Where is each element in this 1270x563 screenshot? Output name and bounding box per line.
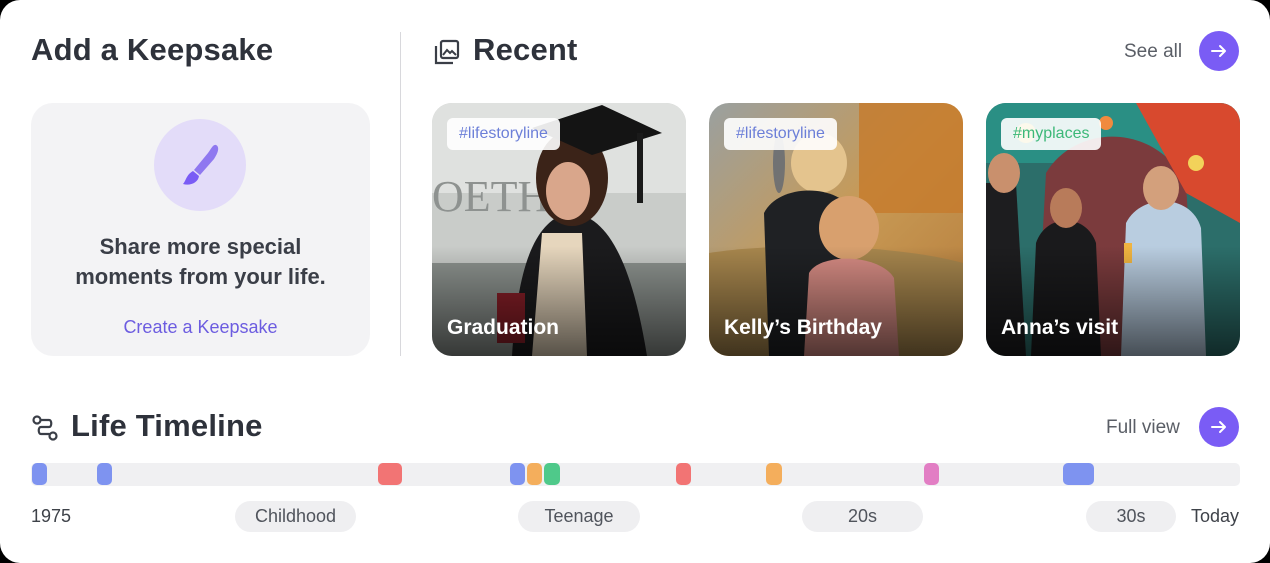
era-pill-30s[interactable]: 30s	[1086, 501, 1176, 532]
see-all-arrow-button[interactable]	[1199, 31, 1239, 71]
recent-card-visit[interactable]: #myplaces Anna’s visit	[986, 103, 1240, 356]
timeline-title: Life Timeline	[71, 408, 263, 443]
timeline-end-label: Today	[1191, 506, 1240, 526]
hashtag-badge[interactable]: #lifestoryline	[724, 118, 837, 150]
timeline-track[interactable]	[31, 463, 1240, 486]
timeline-marker[interactable]	[527, 463, 542, 485]
gallery-icon	[434, 39, 460, 70]
hashtag-badge[interactable]: #lifestoryline	[447, 118, 560, 150]
timeline-marker[interactable]	[766, 463, 782, 485]
main-card: Add a Keepsake Share more special moment…	[0, 0, 1270, 563]
keepsake-line-2: moments from your life.	[75, 264, 326, 289]
recent-card-graduation[interactable]: OETH #lifestoryline Graduation	[432, 103, 686, 356]
card-caption: Anna’s visit	[1001, 316, 1119, 339]
timeline-marker[interactable]	[924, 463, 939, 485]
section-divider	[400, 32, 401, 356]
keepsake-panel[interactable]: Share more special moments from your lif…	[31, 103, 370, 356]
card-caption: Graduation	[447, 316, 560, 339]
keepsake-title: Add a Keepsake	[31, 32, 274, 67]
svg-text:OETH: OETH	[432, 172, 549, 221]
timeline-marker[interactable]	[378, 463, 402, 485]
era-pill-teenage[interactable]: Teenage	[518, 501, 640, 532]
era-pill-20s[interactable]: 20s	[802, 501, 923, 532]
era-pill-childhood[interactable]: Childhood	[235, 501, 356, 532]
see-all-link[interactable]: See all	[1124, 41, 1182, 63]
recent-title: Recent	[473, 32, 578, 67]
keepsake-line-1: Share more special	[99, 234, 302, 259]
create-keepsake-link[interactable]: Create a Keepsake	[31, 317, 370, 338]
timeline-marker[interactable]	[544, 463, 560, 485]
hashtag-badge[interactable]: #myplaces	[1001, 118, 1102, 150]
timeline-marker[interactable]	[676, 463, 691, 485]
full-view-link[interactable]: Full view	[1106, 417, 1180, 439]
timeline-icon	[31, 414, 59, 447]
arrow-right-icon	[1211, 421, 1226, 433]
timeline-marker[interactable]	[32, 463, 47, 485]
timeline-start-label: 1975	[31, 506, 72, 526]
timeline-marker[interactable]	[510, 463, 525, 485]
timeline-marker[interactable]	[97, 463, 112, 485]
card-caption: Kelly’s Birthday	[724, 316, 882, 339]
recent-card-birthday[interactable]: #lifestoryline Kelly’s Birthday	[709, 103, 963, 356]
full-view-arrow-button[interactable]	[1199, 407, 1239, 447]
timeline-marker[interactable]	[1063, 463, 1094, 485]
arrow-right-icon	[1211, 45, 1226, 57]
keepsake-message: Share more special moments from your lif…	[31, 232, 370, 292]
brush-icon	[154, 119, 246, 211]
